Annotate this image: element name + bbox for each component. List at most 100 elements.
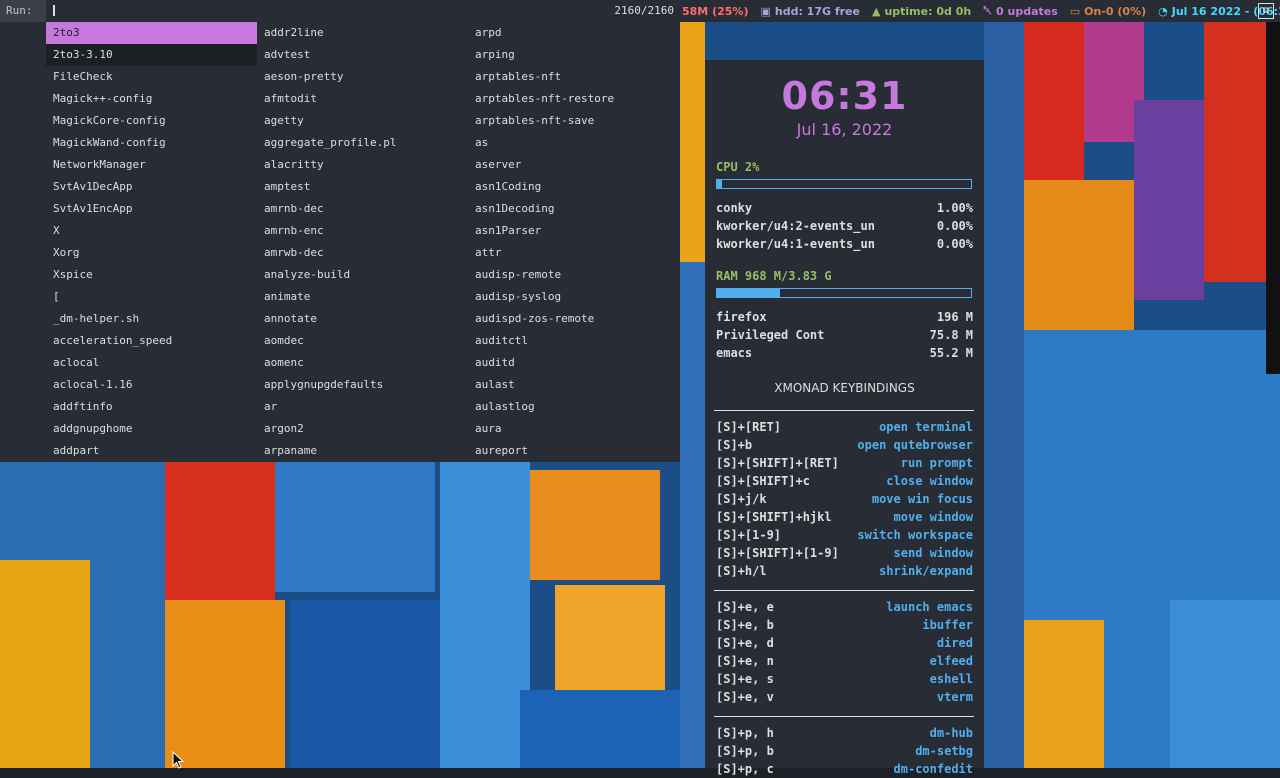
launcher-item[interactable]: auditd	[468, 352, 679, 374]
result-column-2: addr2line advtest aeson-pretty afmtodit aget…	[257, 22, 468, 462]
launcher-item[interactable]: aulastlog	[468, 396, 679, 418]
keybinding-key: [S]+[RET]	[716, 420, 782, 434]
process-value: 55.2 M	[929, 346, 973, 360]
status-text: On-0 (0%)	[1084, 4, 1147, 18]
launcher-item[interactable]: amptest	[257, 176, 468, 198]
status-widget: 58M (25%)	[678, 5, 748, 18]
run-input[interactable]	[46, 0, 606, 22]
status-widget: ▣ hdd: 17G free	[760, 5, 860, 18]
keybinding-action: open qutebrowser	[857, 438, 973, 452]
keybinding-key: [S]+e, v	[716, 690, 774, 704]
cpu-meter-fill	[717, 180, 723, 188]
keybinding-key: [S]+e, d	[716, 636, 774, 650]
launcher-item[interactable]: amrwb-dec	[257, 242, 468, 264]
launcher-item[interactable]: audispd-zos-remote	[468, 308, 679, 330]
launcher-item[interactable]: arptables-nft-save	[468, 110, 679, 132]
launcher-item[interactable]: arpaname	[257, 440, 468, 462]
launcher-item[interactable]: attr	[468, 242, 679, 264]
launcher-item[interactable]: arptables-nft-restore	[468, 88, 679, 110]
launcher-item[interactable]: audisp-syslog	[468, 286, 679, 308]
launcher-item[interactable]: amrnb-enc	[257, 220, 468, 242]
keybinding-key: [S]+j/k	[716, 492, 767, 506]
launcher-item[interactable]: FileCheck	[46, 66, 257, 88]
divider	[714, 410, 974, 411]
launcher-item[interactable]: aggregate_profile.pl	[257, 132, 468, 154]
launcher-item[interactable]: Xspice	[46, 264, 257, 286]
launcher-item[interactable]: addpart	[46, 440, 257, 462]
keybinding-action: move win focus	[871, 492, 973, 506]
keybinding-row: [S]+p, h dm-hub	[716, 724, 973, 742]
keybinding-action: elfeed	[929, 654, 973, 668]
launcher-item[interactable]: SvtAv1DecApp	[46, 176, 257, 198]
keybinding-row: [S]+b open qutebrowser	[716, 436, 973, 454]
launcher-item[interactable]: [	[46, 286, 257, 308]
launcher-item[interactable]: arping	[468, 44, 679, 66]
status-widget: ▭ On-0 (0%)	[1070, 5, 1146, 18]
keybinding-action: ibuffer	[922, 618, 973, 632]
launcher-item[interactable]: asn1Coding	[468, 176, 679, 198]
launcher-item[interactable]: arptables-nft	[468, 66, 679, 88]
process-value: 0.00%	[936, 219, 973, 233]
launcher-item[interactable]: annotate	[257, 308, 468, 330]
launcher-item[interactable]: aclocal	[46, 352, 257, 374]
mouse-pointer-icon	[172, 751, 185, 769]
ram-label: RAM 968 M/3.83 G	[716, 269, 832, 283]
launcher-item[interactable]: aserver	[468, 154, 679, 176]
launcher-item[interactable]: asn1Decoding	[468, 198, 679, 220]
launcher-item[interactable]: MagickWand-config	[46, 132, 257, 154]
keybinding-row: [S]+e, e launch emacs	[716, 598, 973, 616]
text-cursor	[53, 5, 55, 16]
launcher-item[interactable]: animate	[257, 286, 468, 308]
launcher-item[interactable]: applygnupgdefaults	[257, 374, 468, 396]
conky-system-monitor: 06:31 Jul 16, 2022 CPU 2% conky 1.00% kwor…	[705, 60, 984, 776]
launcher-item[interactable]: aulast	[468, 374, 679, 396]
launcher-item[interactable]: X	[46, 220, 257, 242]
launcher-item[interactable]: aura	[468, 418, 679, 440]
launcher-item[interactable]: addgnupghome	[46, 418, 257, 440]
launcher-item[interactable]: aureport	[468, 440, 679, 462]
keybinding-row: [S]+e, v vterm	[716, 688, 973, 706]
launcher-item[interactable]: as	[468, 132, 679, 154]
result-column-1: 2to3 2to3-3.10 FileCheck Magick++-config Mag…	[46, 22, 257, 462]
launcher-item[interactable]: ar	[257, 396, 468, 418]
launcher-item[interactable]: Xorg	[46, 242, 257, 264]
launcher-item[interactable]: argon2	[257, 418, 468, 440]
result-column-3: arpd arping arptables-nft arptables-nft-res…	[468, 22, 679, 462]
keybinding-row: [S]+[SHIFT]+[1-9] send window	[716, 544, 973, 562]
keybinding-key: [S]+[SHIFT]+[RET]	[716, 456, 839, 470]
launcher-item[interactable]: asn1Parser	[468, 220, 679, 242]
system-tray-icon[interactable]: ⧉	[1258, 3, 1274, 19]
launcher-item[interactable]: aomenc	[257, 352, 468, 374]
launcher-item[interactable]: afmtodit	[257, 88, 468, 110]
launcher-item[interactable]: alacritty	[257, 154, 468, 176]
keybinding-action: eshell	[929, 672, 973, 686]
launcher-item[interactable]: addftinfo	[46, 396, 257, 418]
launcher-item[interactable]: analyze-build	[257, 264, 468, 286]
launcher-item[interactable]: aeson-pretty	[257, 66, 468, 88]
launcher-item[interactable]: agetty	[257, 110, 468, 132]
launcher-item[interactable]: NetworkManager	[46, 154, 257, 176]
launcher-item[interactable]: SvtAv1EncApp	[46, 198, 257, 220]
keybinding-action: dm-hub	[929, 726, 973, 740]
launcher-item[interactable]: audisp-remote	[468, 264, 679, 286]
launcher-item[interactable]: acceleration_speed	[46, 330, 257, 352]
launcher-item[interactable]: arpd	[468, 22, 679, 44]
keybinding-action: launch emacs	[886, 600, 973, 614]
launcher-item[interactable]: auditctl	[468, 330, 679, 352]
launcher-item[interactable]: 2to3-3.10	[46, 44, 257, 66]
launcher-item[interactable]: aomdec	[257, 330, 468, 352]
launcher-item[interactable]: amrnb-dec	[257, 198, 468, 220]
launcher-item[interactable]: _dm-helper.sh	[46, 308, 257, 330]
clock-date: Jul 16, 2022	[796, 120, 893, 139]
keybinding-row: [S]+[SHIFT]+hjkl move window	[716, 508, 973, 526]
status-text: uptime: 0d 0h	[884, 4, 972, 18]
launcher-item[interactable]: aclocal-1.16	[46, 374, 257, 396]
launcher-item[interactable]: Magick++-config	[46, 88, 257, 110]
launcher-item[interactable]: 2to3	[46, 22, 257, 44]
launcher-item[interactable]: advtest	[257, 44, 468, 66]
launcher-item[interactable]: addr2line	[257, 22, 468, 44]
keybinding-action: dm-setbg	[915, 744, 973, 758]
keybinding-row: [S]+[SHIFT]+[RET] run prompt	[716, 454, 973, 472]
launcher-item[interactable]: MagickCore-config	[46, 110, 257, 132]
divider	[714, 590, 974, 591]
